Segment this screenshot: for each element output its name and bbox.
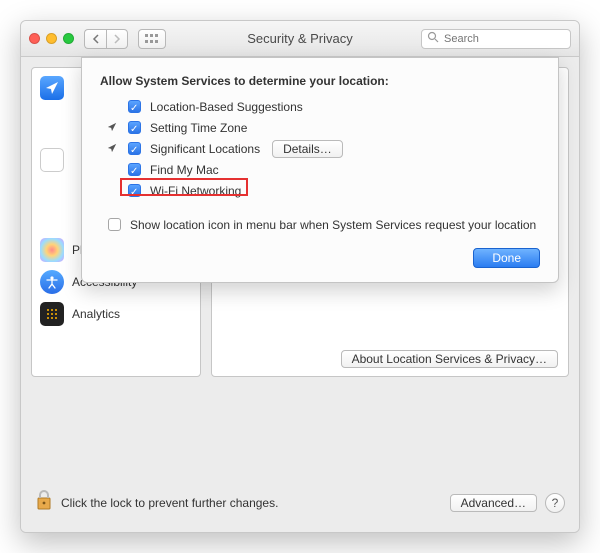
search-icon (427, 31, 439, 46)
window-controls (29, 33, 74, 44)
checkbox-time-zone[interactable] (128, 121, 141, 134)
show-all-button[interactable] (138, 29, 166, 49)
forward-button[interactable] (106, 29, 128, 49)
done-button[interactable]: Done (473, 248, 540, 268)
sidebar-item-analytics[interactable]: Analytics (32, 298, 200, 330)
nav-buttons (84, 29, 128, 49)
body-area: Photos Accessibility (21, 57, 579, 477)
photos-icon (40, 238, 64, 262)
service-label: Significant Locations (150, 142, 260, 156)
accessibility-icon (40, 270, 64, 294)
minimize-window-button[interactable] (46, 33, 57, 44)
checkbox-location-suggestions[interactable] (128, 100, 141, 113)
lock-row: Click the lock to prevent further change… (21, 477, 579, 532)
analytics-icon (40, 302, 64, 326)
help-button[interactable]: ? (545, 493, 565, 513)
sidebar-item-label: Analytics (72, 307, 120, 321)
menu-icon-row: Show location icon in menu bar when Syst… (104, 215, 540, 234)
calendar-icon (40, 148, 64, 172)
service-label: Wi-Fi Networking (150, 184, 241, 198)
service-label: Setting Time Zone (150, 121, 247, 135)
zoom-window-button[interactable] (63, 33, 74, 44)
close-window-button[interactable] (29, 33, 40, 44)
lock-icon[interactable] (35, 489, 53, 516)
significant-locations-details-button[interactable]: Details… (272, 140, 343, 158)
service-row-location-suggestions: ✦ Location-Based Suggestions (106, 96, 540, 117)
checkbox-find-my-mac[interactable] (128, 163, 141, 176)
service-row-significant-locations: Significant Locations Details… (106, 138, 540, 159)
location-icon (40, 76, 64, 100)
back-button[interactable] (84, 29, 106, 49)
about-location-services-button[interactable]: About Location Services & Privacy… (341, 350, 558, 368)
lock-text: Click the lock to prevent further change… (61, 496, 278, 510)
services-checklist: ✦ Location-Based Suggestions Setting Tim… (106, 96, 540, 201)
checkbox-show-location-icon[interactable] (108, 218, 121, 231)
service-label: Find My Mac (150, 163, 219, 177)
sheet-title: Allow System Services to determine your … (100, 74, 540, 88)
advanced-button[interactable]: Advanced… (450, 494, 537, 512)
checkbox-significant-locations[interactable] (128, 142, 141, 155)
preferences-window: Security & Privacy (20, 20, 580, 533)
service-label: Location-Based Suggestions (150, 100, 303, 114)
compass-icon (106, 122, 118, 134)
search-input[interactable] (421, 29, 571, 49)
service-row-wifi-networking: ✦ Wi-Fi Networking (106, 180, 540, 201)
service-row-time-zone: Setting Time Zone (106, 117, 540, 138)
system-services-sheet: Allow System Services to determine your … (81, 57, 559, 283)
menu-icon-label: Show location icon in menu bar when Syst… (130, 218, 536, 232)
service-row-find-my-mac: ✦ Find My Mac (106, 159, 540, 180)
compass-icon (106, 143, 118, 155)
checkbox-wifi-networking[interactable] (128, 184, 141, 197)
titlebar: Security & Privacy (21, 21, 579, 57)
